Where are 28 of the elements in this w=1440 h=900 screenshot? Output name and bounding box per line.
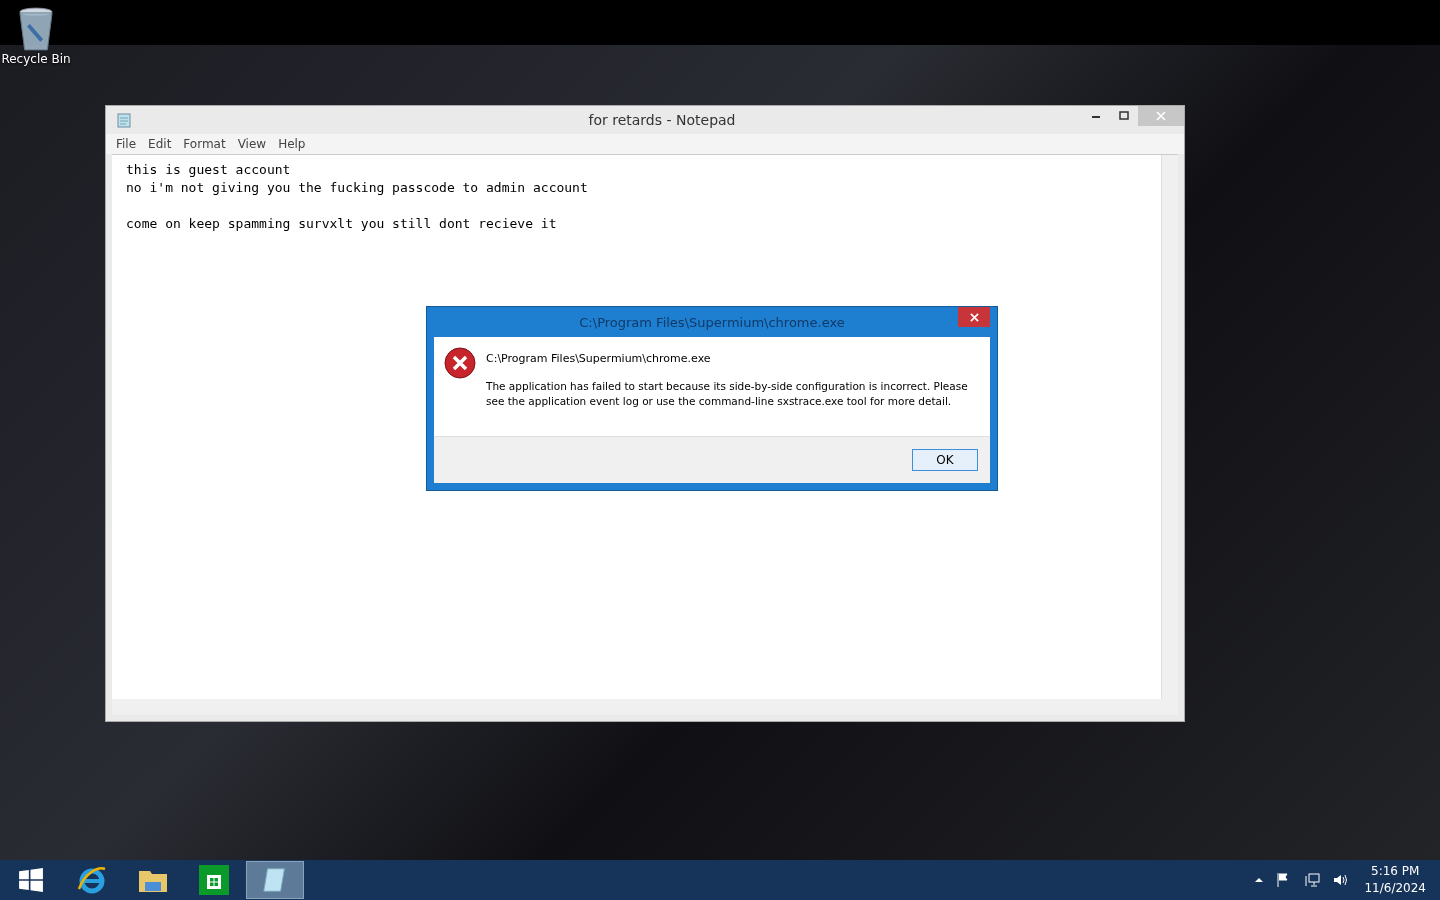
menu-item[interactable]: Edit — [142, 136, 178, 152]
desktop-shortcut[interactable]: Recycle Bin — [2, 6, 70, 66]
menu-item[interactable]: Help — [272, 136, 312, 152]
dialog-title: C:\Program Files\Supermium\chrome.exe — [578, 314, 845, 330]
error-message: The application has failed to start because its side-by-side configuration is incorrect. Please see the application event log or use the command-line sxstrace.exe tool for more detail. — [486, 379, 969, 409]
vertical-scrollbar[interactable] — [1161, 155, 1178, 699]
dialog-heading: C:\Program Files\Supermium\chrome.exe — [486, 352, 712, 365]
close-icon — [1156, 111, 1166, 121]
maximize-icon — [1119, 111, 1129, 121]
error-icon — [444, 347, 476, 379]
close-icon — [969, 312, 979, 322]
menu-item[interactable]: Format — [177, 136, 232, 152]
ok-button[interactable]: OK — [912, 449, 978, 471]
horizontal-scrollbar[interactable] — [112, 699, 1178, 715]
recycle-bin-icon — [17, 6, 55, 52]
menu-item[interactable]: File — [110, 136, 143, 152]
notepad-icon — [116, 112, 132, 128]
network-icon[interactable] — [1304, 872, 1321, 888]
store-bag-icon — [198, 864, 230, 896]
volume-icon[interactable] — [1332, 872, 1349, 888]
menu-item[interactable]: View — [231, 136, 273, 152]
browser-e-icon — [76, 864, 108, 896]
document-text: this is guest account no i'm not giving you the fucking passcode to admin account come on keep spamming survxlt you still dont recieve it — [125, 161, 589, 233]
caret-up-icon[interactable] — [1254, 875, 1265, 885]
clock-button[interactable]: 5:16 PM 11/6/2024 — [1354, 863, 1440, 897]
windows-logo-icon — [18, 867, 44, 893]
close-button[interactable] — [958, 307, 990, 327]
window-title: for retards - Notepad — [587, 112, 736, 128]
